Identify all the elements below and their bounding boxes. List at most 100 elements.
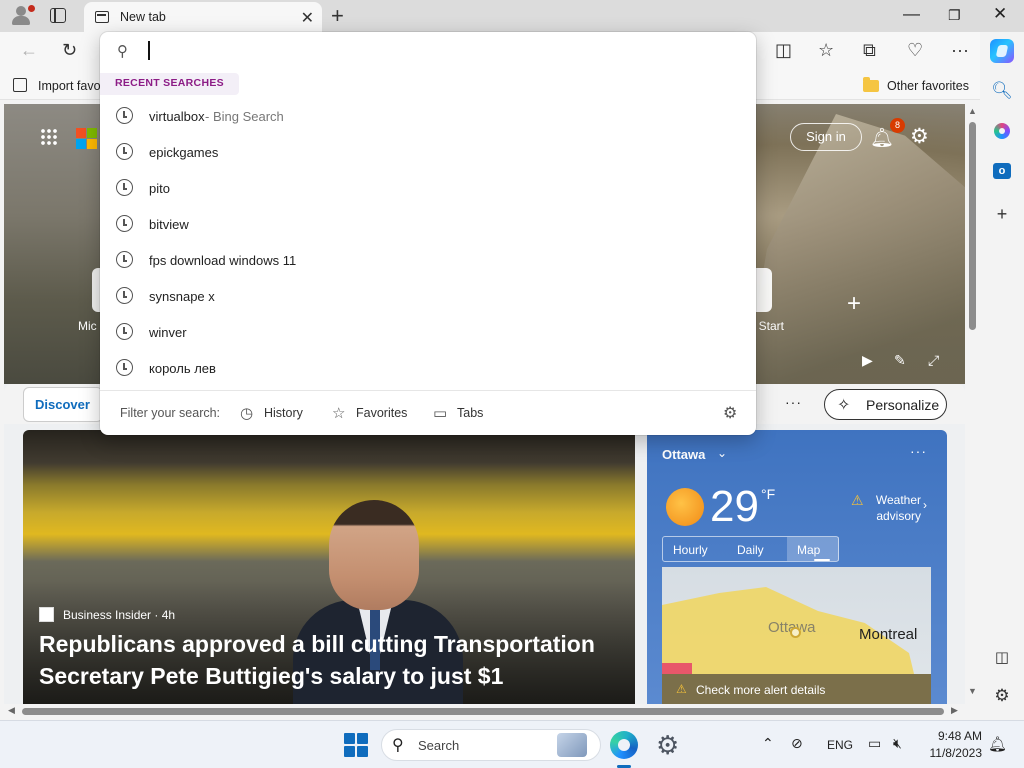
clock-date[interactable]: 11/8/2023 — [921, 746, 983, 760]
sign-in-button[interactable]: Sign in — [790, 123, 862, 151]
tab-title: New tab — [120, 10, 166, 24]
scroll-left-icon[interactable]: ◀ — [8, 705, 15, 716]
chevron-down-icon[interactable]: ⌄ — [717, 446, 727, 460]
display-icon[interactable]: ▭ — [868, 735, 881, 752]
personalize-icon: ✧ — [837, 397, 851, 414]
edge-sidebar: 🔍︎ o + ◫ ⚙ — [980, 72, 1024, 718]
tab-discover[interactable]: Discover — [23, 387, 103, 422]
image-info-icon[interactable]: ✎ — [894, 352, 906, 369]
profile-icon[interactable] — [10, 5, 35, 27]
outlook-icon[interactable]: o — [993, 163, 1011, 179]
scroll-thumb[interactable] — [22, 708, 944, 715]
mountain-image — [744, 114, 965, 384]
start-button[interactable] — [344, 733, 368, 757]
chevron-right-icon[interactable]: › — [923, 498, 927, 512]
settings-taskbar-icon[interactable]: ⚙ — [656, 730, 679, 761]
history-icon — [116, 215, 133, 232]
quick-link-label: t Start — [752, 319, 785, 333]
filter-label: Filter your search: — [120, 406, 221, 420]
vertical-scrollbar[interactable]: ▲ ▼ — [965, 104, 980, 704]
scroll-down-icon[interactable]: ▼ — [968, 686, 977, 696]
recent-search-text: bitview — [149, 217, 189, 232]
notification-count-badge: 8 — [890, 118, 905, 133]
weather-more-icon[interactable]: ··· — [910, 443, 927, 459]
minimize-button[interactable]: — — [903, 4, 920, 24]
clock-time[interactable]: 9:48 AM — [930, 729, 982, 743]
settings-more-icon[interactable]: ··· — [951, 40, 969, 60]
folder-icon — [863, 77, 879, 92]
search-icon[interactable]: 🔍︎ — [980, 81, 1024, 101]
tab-hourly[interactable]: Hourly — [673, 543, 708, 557]
history-icon — [116, 359, 133, 376]
weather-tabs: Hourly Daily Map — [662, 536, 839, 562]
collections-icon[interactable]: ⧉ — [863, 40, 876, 60]
recent-search-item[interactable]: король лев — [100, 351, 756, 387]
warning-icon: ⚠ — [676, 682, 687, 696]
search-icon: ⚲ — [117, 43, 128, 60]
other-favorites-link[interactable]: Other favorites — [887, 79, 969, 93]
import-favorites-link[interactable]: Import favo — [38, 79, 101, 93]
weather-city[interactable]: Ottawa — [662, 447, 705, 462]
horizontal-scrollbar[interactable]: ◀ ▶ — [4, 704, 965, 718]
expand-icon[interactable]: ⤢ — [928, 352, 939, 369]
taskbar-search[interactable]: ⚲ Search — [381, 729, 601, 761]
tab-daily[interactable]: Daily — [737, 543, 764, 557]
add-sidebar-app-icon[interactable]: + — [980, 204, 1024, 225]
weather-advisory-link[interactable]: Weather advisory — [869, 492, 921, 524]
personalize-button[interactable]: ✧ Personalize — [824, 389, 947, 420]
news-headline[interactable]: Republicans approved a bill cutting Tran… — [39, 628, 629, 692]
hide-sidebar-icon[interactable]: ◫ — [980, 648, 1024, 666]
recent-search-text: winver — [149, 325, 187, 340]
add-shortcut-icon[interactable]: + — [847, 290, 861, 318]
scroll-right-icon[interactable]: ▶ — [951, 705, 958, 716]
news-source: Business Insider · 4h — [63, 608, 176, 622]
filter-favorites-label: Favorites — [356, 406, 408, 420]
back-button[interactable]: ← — [20, 40, 38, 60]
recent-search-item[interactable]: bitview — [100, 207, 756, 243]
recent-search-item[interactable]: pito — [100, 171, 756, 207]
edge-taskbar-icon[interactable] — [610, 731, 638, 759]
scroll-thumb[interactable] — [969, 122, 976, 330]
language-indicator[interactable]: ENG — [827, 738, 853, 752]
tab-actions-icon[interactable] — [50, 8, 66, 23]
volume-muted-icon[interactable]: 🔇︎ — [893, 735, 902, 752]
show-hidden-icons-chevron[interactable]: ⌃ — [762, 735, 774, 752]
search-settings-icon[interactable]: ⚙ — [723, 403, 737, 423]
tab-new-tab[interactable]: New tab ✕ — [84, 2, 322, 32]
recent-search-item[interactable]: winver — [100, 315, 756, 351]
recent-search-source: - Bing Search — [205, 109, 284, 124]
microsoft-365-icon[interactable] — [994, 123, 1010, 139]
scroll-up-icon[interactable]: ▲ — [968, 106, 977, 116]
feed-more-icon[interactable]: ··· — [785, 394, 802, 410]
close-tab-icon[interactable]: ✕ — [301, 8, 314, 28]
search-icon: ⚲ — [392, 737, 404, 754]
copilot-icon[interactable] — [990, 39, 1014, 63]
tab-map[interactable]: Map — [787, 537, 839, 561]
notification-bell-icon[interactable]: 🔔︎ — [988, 735, 1007, 753]
browser-essentials-icon[interactable]: ♡ — [907, 40, 923, 60]
news-card[interactable]: Business Insider · 4h Republicans approv… — [23, 430, 635, 704]
weather-card[interactable]: Ottawa ⌄ ··· 29 °F ⚠ Weather advisory › … — [647, 430, 947, 704]
alert-details-link[interactable]: ⚠ Check more alert details — [662, 674, 931, 704]
recent-search-item[interactable]: fps download windows 11 — [100, 243, 756, 279]
network-icon[interactable]: ⊘ — [791, 735, 803, 752]
address-input[interactable] — [144, 38, 734, 64]
sidebar-settings-icon[interactable]: ⚙ — [980, 686, 1024, 706]
recent-search-item[interactable]: synsnape x — [100, 279, 756, 315]
location-pin-icon — [790, 627, 801, 638]
app-launcher-icon[interactable] — [40, 128, 58, 146]
refresh-button[interactable]: ↻ — [62, 40, 77, 60]
close-window-button[interactable]: ✕ — [993, 4, 1007, 24]
filter-history-label: History — [264, 406, 303, 420]
history-icon — [116, 179, 133, 196]
recent-search-item[interactable]: epickgames — [100, 135, 756, 171]
restore-button[interactable]: ❐ — [948, 7, 961, 24]
recent-search-item[interactable]: virtualbox - Bing Search — [100, 99, 756, 135]
quick-link-label: Mic — [78, 319, 97, 333]
play-icon[interactable]: ▶ — [862, 352, 873, 369]
page-settings-icon[interactable]: ⚙ — [910, 124, 929, 149]
favorites-star-icon[interactable]: ☆ — [818, 40, 834, 60]
text-cursor — [148, 41, 150, 60]
split-screen-icon[interactable]: ◫ — [775, 40, 792, 60]
new-tab-button[interactable]: + — [331, 3, 344, 29]
